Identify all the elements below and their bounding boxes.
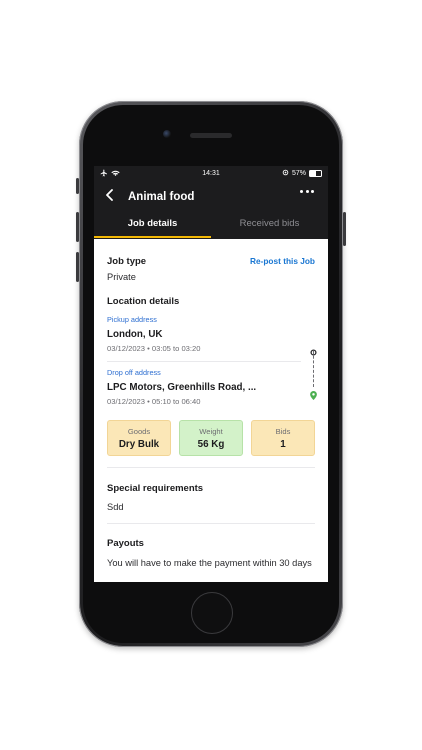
bids-chip[interactable]: Bids 1 xyxy=(251,420,315,456)
location-divider xyxy=(107,361,301,362)
section-divider xyxy=(107,523,315,524)
volume-down-button xyxy=(76,252,79,282)
location-section: Pickup address London, UK 03/12/2023 • 0… xyxy=(107,315,317,406)
dropoff-address: LPC Motors, Greenhills Road, ... xyxy=(107,382,257,393)
more-dot-icon xyxy=(300,190,303,193)
earpiece-speaker xyxy=(190,133,232,138)
special-requirements-value: Sdd xyxy=(107,502,124,512)
dropoff-datetime: 03/12/2023 • 05:10 to 06:40 xyxy=(107,397,201,406)
battery-icon xyxy=(309,170,322,177)
weight-chip-value: 56 Kg xyxy=(197,438,225,450)
more-options-button[interactable] xyxy=(300,190,314,193)
dropoff-label: Drop off address xyxy=(107,368,161,377)
repost-job-link[interactable]: Re-post this Job xyxy=(250,256,315,266)
volume-up-button xyxy=(76,212,79,242)
job-details-panel: Job type Re-post this Job Private Locati… xyxy=(94,239,328,582)
bids-chip-label: Bids xyxy=(275,426,291,436)
map-pin-icon xyxy=(310,387,317,405)
tab-received-bids[interactable]: Received bids xyxy=(211,213,328,239)
bids-chip-value: 1 xyxy=(280,438,286,450)
status-bar: 14:31 57% xyxy=(94,166,328,181)
more-dot-icon xyxy=(305,190,309,193)
power-button xyxy=(343,212,346,246)
status-time: 14:31 xyxy=(202,170,220,177)
goods-chip-value: Dry Bulk xyxy=(118,438,160,450)
page-title: Animal food xyxy=(128,191,195,203)
pickup-datetime: 03/12/2023 • 03:05 to 03:20 xyxy=(107,344,201,353)
goods-chip: Goods Dry Bulk xyxy=(107,420,171,456)
job-type-value: Private xyxy=(107,272,136,282)
job-type-header: Job type Re-post this Job xyxy=(107,256,315,267)
goods-chip-label: Goods xyxy=(127,426,151,436)
mute-switch xyxy=(76,178,79,194)
payouts-heading: Payouts xyxy=(107,538,144,549)
section-divider xyxy=(107,467,315,468)
job-type-heading: Job type xyxy=(107,256,147,267)
route-dashed-line xyxy=(313,351,314,387)
pickup-address: London, UK xyxy=(107,329,163,340)
weight-chip: Weight 56 Kg xyxy=(179,420,243,456)
weight-chip-label: Weight xyxy=(199,426,223,436)
app-bar: Animal food xyxy=(94,181,328,213)
more-dot-icon xyxy=(311,190,314,193)
pickup-label: Pickup address xyxy=(107,315,157,324)
tab-bar: Job details Received bids xyxy=(94,213,328,239)
app-screen: 14:31 57% Animal food Job details Receiv… xyxy=(94,166,328,582)
front-camera xyxy=(163,130,171,138)
payouts-text: You will have to make the payment within… xyxy=(107,558,312,568)
back-button[interactable] xyxy=(102,188,116,206)
chevron-left-icon xyxy=(105,188,114,206)
special-requirements-heading: Special requirements xyxy=(107,483,204,494)
home-button[interactable] xyxy=(191,592,233,634)
active-tab-indicator xyxy=(94,236,211,238)
job-summary-chips: Goods Dry Bulk Weight 56 Kg Bids 1 xyxy=(107,420,315,456)
location-details-heading: Location details xyxy=(107,296,180,307)
